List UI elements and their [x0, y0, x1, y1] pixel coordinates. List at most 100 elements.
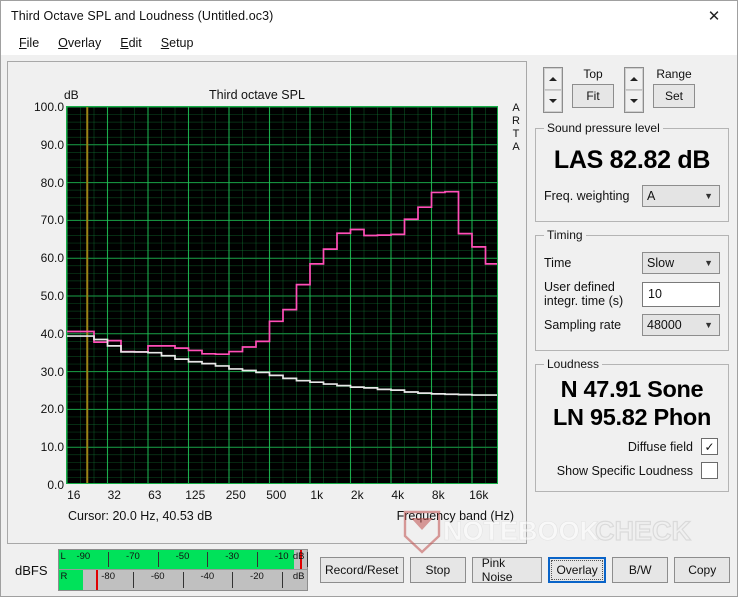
- range-spinner-down-icon[interactable]: [625, 90, 643, 112]
- button-stop[interactable]: Stop: [409, 557, 466, 583]
- x-axis-labels: 16 32 63 125 250 500 1k 2k 4k 8k 16k: [66, 488, 500, 506]
- chevron-down-icon: ▼: [704, 191, 713, 201]
- title-bar: Third Octave SPL and Loudness (Untitled.…: [1, 1, 737, 31]
- y-axis-tick: 90.0: [40, 137, 64, 152]
- range-spinner[interactable]: [624, 67, 644, 113]
- bottom-toolbar: dBFS -90 -70 -50 -30 -10 LdB -80 -60 -40 -20 RdB R…: [1, 510, 737, 596]
- meter-row-right: -80 -60 -40 -20 RdB: [58, 570, 307, 590]
- chevron-down-icon: ▼: [704, 258, 713, 268]
- meter-tick-label: -90: [76, 551, 91, 562]
- spl-group-legend: Sound pressure level: [547, 121, 660, 135]
- arta-watermark: ARTA: [508, 102, 524, 154]
- menu-overlay-rest: verlay: [67, 36, 102, 50]
- top-spinner-up-icon[interactable]: [544, 68, 562, 90]
- x-axis-tick: 250: [225, 488, 246, 502]
- y-axis-tick: 70.0: [40, 213, 64, 228]
- controls-sidebar: Top Fit Range Set Sound pressure level L…: [533, 61, 731, 544]
- diffuse-field-label: Diffuse field: [627, 439, 693, 454]
- y-axis-tick: 40.0: [40, 326, 64, 341]
- timing-group-legend: Timing: [547, 228, 583, 242]
- integration-time-input[interactable]: 10: [642, 281, 720, 307]
- button-overlay[interactable]: Overlay: [548, 557, 607, 583]
- y-axis-tick: 0.0: [47, 478, 64, 492]
- x-axis-title: Frequency band (Hz): [396, 509, 514, 523]
- x-axis-tick: 500: [266, 488, 287, 502]
- button-record-reset[interactable]: Record/Reset: [319, 557, 404, 583]
- diffuse-field-checkbox[interactable]: ✓: [701, 438, 718, 455]
- arta-letter: R: [512, 115, 520, 127]
- loudness-group-legend: Loudness: [547, 357, 600, 371]
- meter-tick-mark: [157, 552, 159, 567]
- x-axis-tick: 4k: [391, 488, 405, 502]
- button-copy[interactable]: Copy: [674, 557, 731, 583]
- meter-channel-label: R: [60, 571, 68, 582]
- time-label: Time: [544, 256, 572, 270]
- top-control-group: Top Fit: [543, 67, 614, 113]
- transport-button-row: Record/Reset Stop Pink Noise Overlay B/W Copy: [319, 556, 731, 584]
- range-spinner-up-icon[interactable]: [625, 68, 643, 90]
- dbfs-label: dBFS: [15, 562, 48, 578]
- menu-edit-rest: dit: [128, 36, 142, 50]
- time-select[interactable]: Slow ▼: [642, 252, 720, 274]
- arta-letter: T: [512, 128, 520, 140]
- freq-weighting-value: A: [647, 189, 656, 203]
- x-axis-tick: 63: [148, 488, 162, 502]
- meter-row-left: -90 -70 -50 -30 -10 LdB: [58, 550, 308, 570]
- button-pink-noise[interactable]: Pink Noise: [471, 556, 543, 584]
- chart-title-text: Third octave SPL: [209, 88, 305, 102]
- meter-tick-mark: [207, 552, 209, 567]
- button-b-w[interactable]: B/W: [612, 557, 669, 583]
- meter-tick-mark: [281, 572, 283, 588]
- meter-tick-label: -80: [101, 571, 115, 582]
- sampling-rate-select[interactable]: 48000 ▼: [642, 314, 720, 336]
- y-axis-tick: 50.0: [40, 289, 64, 303]
- x-axis-tick: 8k: [431, 488, 445, 502]
- meter-tick-label: -30: [225, 551, 239, 562]
- meter-unit-label: dB: [292, 551, 305, 562]
- freq-weighting-select[interactable]: A ▼: [642, 185, 720, 207]
- y-axis-tick: 30.0: [40, 364, 64, 379]
- menu-item-overlay[interactable]: Overlay: [50, 34, 109, 52]
- meter-tick-mark: [306, 552, 308, 567]
- arta-letter: A: [512, 141, 520, 153]
- meter-tick-label: -40: [200, 571, 215, 582]
- specific-loudness-label: Show Specific Loudness: [556, 463, 693, 478]
- top-range-controls: Top Fit Range Set: [533, 63, 731, 115]
- top-spinner-down-icon[interactable]: [544, 90, 562, 112]
- chart-panel[interactable]: dB Third octave SPL ARTA 0.0 10.0 20.0 30.0…: [7, 61, 527, 544]
- menu-setup-rest: etup: [169, 36, 194, 50]
- x-axis-tick: 32: [107, 488, 121, 502]
- y-axis-labels: 0.0 10.0 20.0 30.0 40.0 50.0 60.0 70.0 80.0 90.0 1…: [8, 100, 64, 492]
- menu-bar: File Overlay Edit Setup: [1, 31, 737, 55]
- meter-tick-label: -50: [175, 551, 190, 562]
- chart-series-overlay: [67, 335, 497, 396]
- menu-item-edit[interactable]: Edit: [112, 34, 150, 52]
- y-axis-tick: 10.0: [40, 440, 64, 455]
- chevron-down-icon: ▼: [704, 320, 713, 330]
- set-button[interactable]: Set: [653, 84, 695, 108]
- meter-channel-label: L: [60, 551, 66, 562]
- spl-readout: LAS 82.82 dB: [553, 146, 711, 174]
- loudness-sone-readout: N 47.91 Sone: [560, 376, 704, 402]
- timing-group: Timing Time Slow ▼ User defined integr. …: [535, 228, 729, 351]
- menu-file-rest: ile: [26, 36, 40, 50]
- range-labels: Range Set: [653, 67, 695, 108]
- menu-item-setup[interactable]: Setup: [153, 34, 202, 52]
- close-icon[interactable]: ✕: [691, 1, 737, 31]
- loudness-group: Loudness N 47.91 Sone LN 95.82 Phon Diff…: [535, 357, 729, 492]
- integration-time-label: User defined integr. time (s): [544, 280, 623, 308]
- sampling-rate-row: Sampling rate 48000 ▼: [544, 314, 720, 336]
- chart-plot-area[interactable]: [66, 106, 498, 484]
- meter-tick-mark: [232, 572, 234, 588]
- meter-tick-mark: [108, 552, 110, 567]
- y-axis-tick: 60.0: [40, 251, 64, 266]
- x-axis-tick: 2k: [350, 488, 364, 502]
- dbfs-meter-group: dBFS -90 -70 -50 -30 -10 LdB -80 -60 -40 -20 RdB: [9, 549, 308, 591]
- top-labels: Top Fit: [572, 67, 614, 108]
- y-axis-tick: 20.0: [40, 402, 64, 417]
- specific-loudness-checkbox[interactable]: [701, 462, 718, 479]
- top-spinner[interactable]: [543, 67, 563, 113]
- menu-item-file[interactable]: File: [11, 34, 47, 52]
- fit-button[interactable]: Fit: [572, 84, 614, 108]
- cursor-readout: Cursor: 20.0 Hz, 40.53 dB: [68, 509, 213, 523]
